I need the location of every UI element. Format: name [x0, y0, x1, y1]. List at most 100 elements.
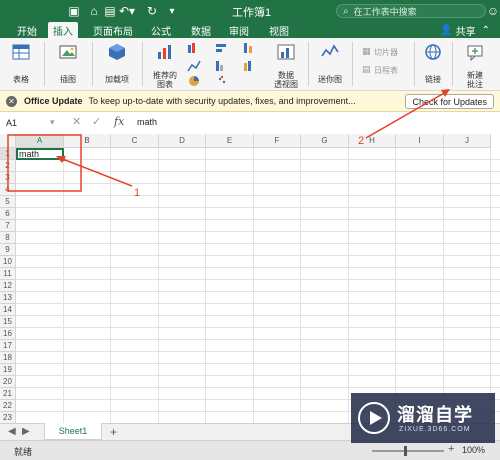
tab-review[interactable]: 审阅 — [224, 22, 254, 38]
new-comment-line1: 新建 — [467, 71, 483, 80]
check-for-updates-button[interactable]: Check for Updates — [405, 94, 494, 109]
watermark-url: ZIXUE.3D66.COM — [399, 426, 471, 433]
addins-label: 加载项 — [105, 75, 129, 84]
recommended-charts-line1: 推荐的 — [153, 71, 177, 80]
update-title: Office Update — [24, 96, 83, 106]
customize-toolbar-icon[interactable]: ▾ — [166, 2, 178, 20]
annotation-label-2: 2 — [358, 135, 365, 147]
column-header[interactable]: E — [206, 134, 254, 148]
row-header[interactable]: 23 — [0, 412, 16, 423]
cancel-icon[interactable]: ✕ — [72, 115, 81, 128]
row-header[interactable]: 7 — [0, 220, 16, 232]
row-header[interactable]: 11 — [0, 268, 16, 280]
row-header[interactable]: 20 — [0, 376, 16, 388]
column-header[interactable]: B — [64, 134, 111, 148]
person-add-icon: 👤 — [440, 24, 453, 36]
row-header[interactable]: 16 — [0, 328, 16, 340]
tab-page-layout[interactable]: 页面布局 — [90, 22, 136, 38]
row-header[interactable]: 18 — [0, 352, 16, 364]
sparklines-button[interactable]: 迷你图 — [312, 38, 348, 90]
row-header[interactable]: 9 — [0, 244, 16, 256]
confirm-icon[interactable]: ✓ — [92, 115, 101, 128]
close-icon[interactable]: ✕ — [6, 95, 17, 107]
bar-chart-icon — [158, 45, 171, 59]
column-header[interactable]: F — [254, 134, 301, 148]
row-header[interactable]: 8 — [0, 232, 16, 244]
illustrations-button[interactable]: 插图 — [52, 38, 84, 90]
name-box[interactable]: A1 — [4, 116, 56, 130]
scroll-right-icon[interactable]: ▶ — [22, 426, 30, 437]
row-header[interactable]: 12 — [0, 280, 16, 292]
row-header[interactable]: 13 — [0, 292, 16, 304]
timeline-button[interactable]: ▤ 日程表 — [356, 62, 412, 82]
gridline-horizontal — [16, 291, 500, 292]
link-button[interactable]: 链接 — [418, 38, 448, 90]
smiley-icon[interactable]: ☺ — [487, 2, 499, 20]
addins-icon — [109, 44, 125, 60]
tab-data[interactable]: 数据 — [186, 22, 216, 38]
scroll-left-icon[interactable]: ◀ — [8, 426, 16, 437]
row-header[interactable]: 4 — [0, 184, 16, 196]
zoom-slider[interactable] — [372, 446, 444, 456]
column-header[interactable]: G — [301, 134, 349, 148]
row-header[interactable]: 2 — [0, 160, 16, 172]
sidebar-toggle-icon[interactable]: ▣ — [66, 2, 82, 20]
zoom-in-icon[interactable]: + — [448, 443, 454, 455]
tab-formulas[interactable]: 公式 — [146, 22, 176, 38]
fill-handle[interactable] — [61, 157, 65, 161]
chevron-down-icon[interactable]: ▾ — [50, 117, 55, 128]
row-header[interactable]: 21 — [0, 388, 16, 400]
column-header[interactable]: A — [16, 134, 64, 148]
save-icon[interactable]: ▤ — [102, 2, 118, 20]
new-comment-label: 新建 批注 — [456, 71, 494, 89]
column-header[interactable]: J — [444, 134, 491, 148]
row-header[interactable]: 10 — [0, 256, 16, 268]
tab-view[interactable]: 视图 — [264, 22, 294, 38]
worksheet-grid[interactable]: ABCDEFGHIJ 1 2 3 4 5 6 7 8 9 10 11 12 13 14 15 16 17 18 19… — [0, 134, 500, 423]
table-button[interactable]: 表格 — [4, 38, 38, 90]
row-header[interactable]: 17 — [0, 340, 16, 352]
sheet-tab-sheet1[interactable]: Sheet1 — [44, 423, 102, 440]
row-header[interactable]: 3 — [0, 172, 16, 184]
selected-cell-a1[interactable]: math — [16, 148, 64, 160]
tab-insert[interactable]: 插入 — [48, 22, 78, 38]
ribbon-divider — [44, 42, 45, 86]
undo-icon[interactable]: ↶▾ — [118, 2, 136, 20]
tab-home[interactable]: 开始 — [12, 22, 42, 38]
redo-icon[interactable]: ↻ — [144, 2, 160, 20]
share-button[interactable]: 👤 共享 ⌃ — [440, 22, 490, 38]
share-label: 共享 — [455, 26, 476, 38]
row-header[interactable]: 14 — [0, 304, 16, 316]
column-header[interactable]: I — [396, 134, 444, 148]
gridline-horizontal — [16, 207, 500, 208]
column-header[interactable]: D — [159, 134, 206, 148]
row-header[interactable]: 5 — [0, 196, 16, 208]
zoom-slider-thumb[interactable] — [404, 446, 407, 456]
add-sheet-button[interactable]: + — [110, 425, 117, 439]
column-header[interactable]: H — [349, 134, 396, 148]
gridline-horizontal — [16, 375, 500, 376]
formula-input[interactable]: math — [137, 117, 157, 127]
recommended-charts-button[interactable]: 推荐的 图表 — [148, 38, 182, 90]
select-all-corner[interactable] — [0, 134, 16, 148]
function-button[interactable]: fx — [114, 115, 124, 128]
addins-button[interactable]: 加载项 — [98, 38, 136, 90]
row-header[interactable]: 19 — [0, 364, 16, 376]
pivotchart-label: 数据 透视图 — [268, 71, 304, 89]
gridline-horizontal — [16, 267, 500, 268]
ribbon-tabs: 开始 插入 页面布局 公式 数据 审阅 视图 👤 共享 ⌃ — [0, 22, 500, 38]
home-icon[interactable]: ⌂ — [86, 2, 102, 20]
chart-types-icons[interactable] — [186, 41, 268, 87]
row-header[interactable]: 1 — [0, 148, 16, 160]
row-header[interactable]: 6 — [0, 208, 16, 220]
sparkline-icon — [321, 44, 339, 57]
play-logo-icon — [358, 402, 390, 434]
column-header[interactable]: C — [111, 134, 159, 148]
image-icon — [59, 45, 77, 59]
search-input[interactable]: ⌕ 在工作表中搜索 — [336, 4, 486, 18]
pivotchart-button[interactable]: 数据 透视图 — [268, 38, 304, 90]
row-header[interactable]: 22 — [0, 400, 16, 412]
slicer-icon: ▦ — [362, 46, 371, 56]
new-comment-button[interactable]: 新建 批注 — [456, 38, 494, 90]
row-header[interactable]: 15 — [0, 316, 16, 328]
